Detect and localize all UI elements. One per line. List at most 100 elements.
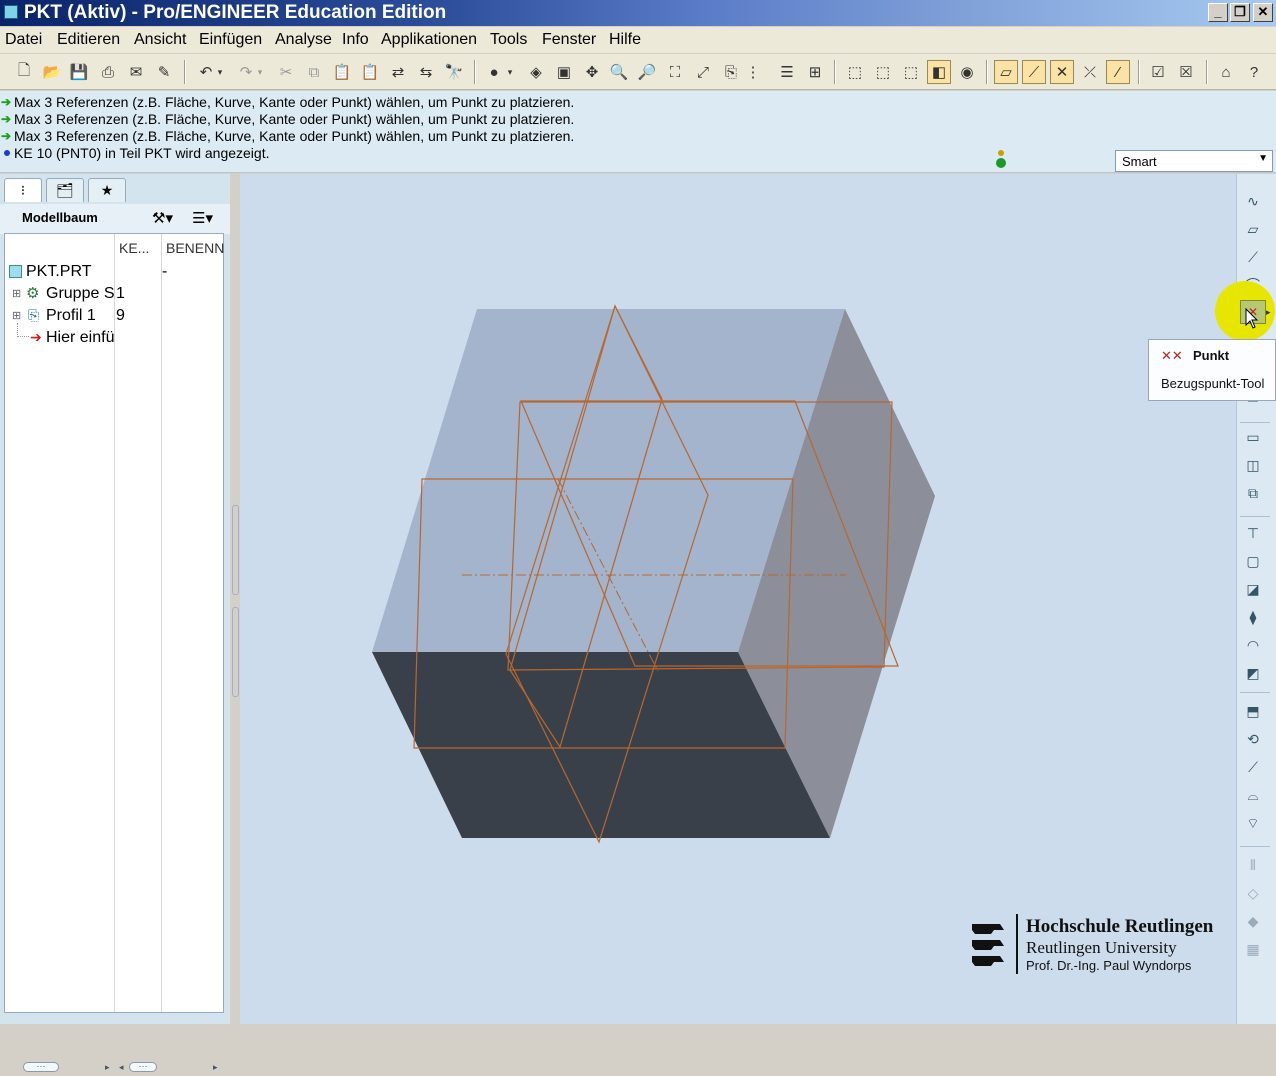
paste-special-icon[interactable]: 📋 bbox=[358, 60, 382, 84]
hole-tool-icon[interactable]: ⊤ bbox=[1241, 522, 1265, 544]
scroll-right-icon[interactable]: ▸ bbox=[213, 1062, 218, 1073]
revolve-tool-icon[interactable]: ⟲ bbox=[1241, 728, 1265, 750]
menu-hilfe[interactable]: Hilfe bbox=[609, 31, 641, 49]
find-icon[interactable]: 🔭 bbox=[442, 60, 466, 84]
tab-model-tree[interactable]: ⁝ bbox=[4, 178, 42, 202]
view-manager-icon[interactable]: ◈ bbox=[524, 60, 548, 84]
horizontal-scrollbar[interactable]: ··· ▸ bbox=[9, 1062, 113, 1076]
save-icon[interactable]: 💾 bbox=[67, 60, 91, 84]
column-header-name[interactable]: BENENN bbox=[162, 234, 224, 262]
home-icon[interactable]: ⌂ bbox=[1214, 60, 1238, 84]
sketch-tool-icon[interactable]: ∿ bbox=[1241, 190, 1265, 212]
scrollbar-thumb[interactable]: ··· bbox=[129, 1062, 157, 1072]
view-dropdown-icon[interactable]: ⋮ bbox=[746, 60, 761, 84]
wireframe-icon[interactable]: ⬚ bbox=[843, 60, 867, 84]
expand-icon[interactable]: ⊞ bbox=[12, 309, 21, 322]
context-help-icon[interactable]: ? bbox=[1242, 60, 1266, 84]
tree-settings-icon[interactable]: ⚒▾ bbox=[152, 209, 173, 227]
column-header-ke[interactable]: KE... bbox=[115, 234, 161, 262]
hidden-line-icon[interactable]: ⬚ bbox=[871, 60, 895, 84]
new-file-icon[interactable]: 🗋 bbox=[12, 60, 36, 84]
layers-icon[interactable]: ☰ bbox=[775, 60, 799, 84]
copy-icon[interactable]: ⧉ bbox=[302, 60, 326, 84]
blend-tool-icon[interactable]: ⌓ bbox=[1241, 784, 1265, 806]
merge-tool-icon[interactable]: ◇ bbox=[1241, 882, 1265, 904]
scroll-right-icon[interactable]: ▸ bbox=[105, 1062, 110, 1073]
round-tool-icon[interactable]: ◠ bbox=[1241, 634, 1265, 656]
maximize-button[interactable]: ❐ bbox=[1230, 3, 1250, 22]
print-icon[interactable]: ⎙ bbox=[96, 60, 120, 84]
spin-center-icon[interactable]: ✥ bbox=[580, 60, 604, 84]
enhanced-realism-icon[interactable]: ◉ bbox=[955, 60, 979, 84]
panel-splitter[interactable] bbox=[232, 505, 239, 595]
coord-systems-display-icon[interactable]: ⤫ bbox=[1078, 60, 1102, 84]
panel-splitter[interactable] bbox=[232, 607, 239, 697]
trim-tool-icon[interactable]: ◆ bbox=[1241, 910, 1265, 932]
menu-applikationen[interactable]: Applikationen bbox=[381, 31, 477, 49]
shell-tool-icon[interactable]: ▢ bbox=[1241, 550, 1265, 572]
datum-axis-tool-icon[interactable]: ⟋ bbox=[1241, 246, 1265, 268]
window-activate-icon[interactable]: ☑ bbox=[1146, 60, 1170, 84]
scroll-left-icon[interactable]: ◂ bbox=[119, 1062, 124, 1073]
model-view[interactable] bbox=[240, 174, 1236, 1024]
annotation-display-icon[interactable]: ⁄ bbox=[1106, 60, 1130, 84]
chamfer-tool-icon[interactable]: ◩ bbox=[1241, 662, 1265, 684]
extrude-tool-icon[interactable]: ⬒ bbox=[1241, 700, 1265, 722]
datum-planes-display-icon[interactable]: ▱ bbox=[994, 60, 1018, 84]
analysis-feature-icon[interactable]: ◫ bbox=[1241, 454, 1265, 476]
window-close-icon[interactable]: ☒ bbox=[1174, 60, 1198, 84]
zoom-in-icon[interactable]: 🔍 bbox=[607, 60, 631, 84]
part-icon bbox=[9, 265, 22, 278]
tab-folder-browser[interactable]: 🗂 bbox=[46, 178, 84, 202]
model-display-icon[interactable]: ⊞ bbox=[803, 60, 827, 84]
menu-datei[interactable]: Datei bbox=[5, 31, 42, 49]
menu-einfuegen[interactable]: Einfügen bbox=[199, 31, 262, 49]
sweep-tool-icon[interactable]: ⟋ bbox=[1241, 756, 1265, 778]
menu-fenster[interactable]: Fenster bbox=[542, 31, 596, 49]
tree-item-label: PKT.PRT bbox=[26, 263, 92, 280]
no-hidden-icon[interactable]: ⬚ bbox=[899, 60, 923, 84]
scrollbar-thumb[interactable]: ··· bbox=[23, 1062, 59, 1072]
flyout-arrow-icon[interactable]: ▸ bbox=[1266, 307, 1271, 318]
pattern-tool-icon[interactable]: ▦ bbox=[1241, 938, 1265, 960]
expand-icon[interactable]: ⊞ bbox=[12, 287, 21, 300]
minimize-button[interactable]: _ bbox=[1208, 3, 1228, 22]
datum-plane-tool-icon[interactable]: ▱ bbox=[1241, 218, 1265, 240]
reorient-icon[interactable]: ⤢ bbox=[691, 60, 715, 84]
menu-tools[interactable]: Tools bbox=[490, 31, 527, 49]
tree-columns-icon[interactable]: ☰▾ bbox=[192, 209, 213, 227]
menu-editieren[interactable]: Editieren bbox=[57, 31, 120, 49]
menu-ansicht[interactable]: Ansicht bbox=[134, 31, 186, 49]
menu-analyse[interactable]: Analyse bbox=[275, 31, 332, 49]
rib-tool-icon[interactable]: ◪ bbox=[1241, 578, 1265, 600]
zoom-out-icon[interactable]: 🔎 bbox=[635, 60, 659, 84]
shading-dropdown-icon[interactable]: ▾ bbox=[504, 60, 516, 84]
datum-axes-display-icon[interactable]: ⟋ bbox=[1022, 60, 1046, 84]
copy-feature-icon[interactable]: ⧉ bbox=[1241, 482, 1265, 504]
graphics-window[interactable]: Hochschule Reutlingen Reutlingen Univers… bbox=[240, 174, 1236, 1024]
cut-icon[interactable]: ✂ bbox=[274, 60, 298, 84]
refit-icon[interactable]: ⛶ bbox=[663, 60, 687, 84]
draft-tool-icon[interactable]: ⧫ bbox=[1241, 606, 1265, 628]
horizontal-scrollbar[interactable]: ◂ ··· ▸ bbox=[117, 1062, 221, 1076]
redo-dropdown-icon[interactable]: ▾ bbox=[254, 60, 266, 84]
datum-points-display-icon[interactable]: ✕ bbox=[1050, 60, 1074, 84]
boundary-tool-icon[interactable]: ⌔ bbox=[1241, 812, 1265, 834]
regenerate-icon[interactable]: ⇄ bbox=[386, 60, 410, 84]
send-mail-icon[interactable]: ✉ bbox=[124, 60, 148, 84]
regen-manager-icon[interactable]: ⇆ bbox=[414, 60, 438, 84]
close-button[interactable]: ✕ bbox=[1253, 3, 1273, 22]
shading-icon[interactable]: ● bbox=[482, 60, 506, 84]
edit-icon[interactable]: ✎ bbox=[152, 60, 176, 84]
paste-icon[interactable]: 📋 bbox=[330, 60, 354, 84]
mirror-tool-icon[interactable]: ⫴ bbox=[1241, 854, 1265, 876]
open-folder-icon[interactable]: 📂 bbox=[40, 60, 64, 84]
saved-views-icon[interactable]: ⎘ bbox=[719, 60, 743, 84]
undo-dropdown-icon[interactable]: ▾ bbox=[214, 60, 226, 84]
tab-favorites[interactable]: ★ bbox=[88, 178, 126, 202]
repaint-icon[interactable]: ▣ bbox=[552, 60, 576, 84]
selection-filter-dropdown[interactable]: Smart ▼ bbox=[1115, 150, 1273, 172]
shaded-icon[interactable]: ◧ bbox=[927, 60, 951, 84]
insert-feature-icon[interactable]: ▭ bbox=[1241, 426, 1265, 448]
menu-info[interactable]: Info bbox=[342, 31, 369, 49]
